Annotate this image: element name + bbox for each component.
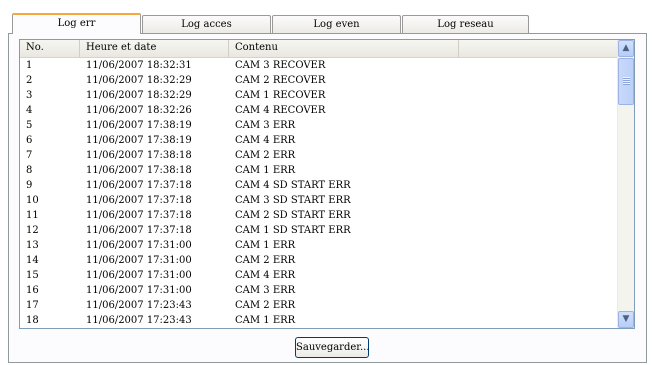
list-item[interactable]: 10 11/06/2007 17:37:18 CAM 3 SD START ERR <box>20 193 619 208</box>
row-number: 10 <box>26 195 39 206</box>
scroll-thumb[interactable] <box>618 58 634 105</box>
column-header-empty[interactable] <box>459 40 619 57</box>
list-item[interactable]: 5 11/06/2007 17:38:19 CAM 3 ERR <box>20 118 619 133</box>
row-datetime: 11/06/2007 17:23:43 <box>86 315 192 326</box>
list-item[interactable]: 15 11/06/2007 17:31:00 CAM 4 ERR <box>20 268 619 283</box>
vertical-scrollbar[interactable]: ▲ ▼ <box>617 40 634 328</box>
row-content: CAM 3 RECOVER <box>235 60 326 71</box>
list-item[interactable]: 4 11/06/2007 18:32:26 CAM 4 RECOVER <box>20 103 619 118</box>
row-datetime: 11/06/2007 17:37:18 <box>86 195 192 206</box>
row-number: 1 <box>26 60 33 71</box>
tab-strip: Log err Log acces Log even Log reseau <box>12 13 530 34</box>
list-item[interactable]: 11 11/06/2007 17:37:18 CAM 2 SD START ERR <box>20 208 619 223</box>
row-number: 14 <box>26 255 39 266</box>
column-header-content[interactable]: Contenu <box>229 40 459 57</box>
row-content: CAM 2 SD START ERR <box>235 210 351 221</box>
row-datetime: 11/06/2007 17:37:18 <box>86 180 192 191</box>
list-item[interactable]: 6 11/06/2007 17:38:19 CAM 4 ERR <box>20 133 619 148</box>
row-content: CAM 4 RECOVER <box>235 105 326 116</box>
list-item[interactable]: 16 11/06/2007 17:31:00 CAM 3 ERR <box>20 283 619 298</box>
log-list[interactable]: No. Heure et date Contenu 1 11/06/2007 18… <box>19 39 635 329</box>
list-item[interactable]: 2 11/06/2007 18:32:29 CAM 2 RECOVER <box>20 73 619 88</box>
row-content: CAM 1 RECOVER <box>235 90 326 101</box>
row-datetime: 11/06/2007 17:23:43 <box>86 300 192 311</box>
row-number: 3 <box>26 90 33 101</box>
grip-icon <box>623 77 630 85</box>
row-number: 5 <box>26 120 33 131</box>
row-content: CAM 3 ERR <box>235 120 296 131</box>
row-content: CAM 1 ERR <box>235 240 296 251</box>
row-content: CAM 3 SD START ERR <box>235 195 351 206</box>
list-item[interactable]: 3 11/06/2007 18:32:29 CAM 1 RECOVER <box>20 88 619 103</box>
list-rows: 1 11/06/2007 18:32:31 CAM 3 RECOVER 2 11/06/… <box>20 58 619 328</box>
list-item[interactable]: 14 11/06/2007 17:31:00 CAM 2 ERR <box>20 253 619 268</box>
list-header: No. Heure et date Contenu <box>20 40 619 58</box>
scroll-up-icon[interactable]: ▲ <box>618 40 634 57</box>
row-number: 13 <box>26 240 39 251</box>
column-header-no[interactable]: No. <box>20 40 80 57</box>
row-datetime: 11/06/2007 18:32:29 <box>86 90 192 101</box>
row-datetime: 11/06/2007 17:37:18 <box>86 210 192 221</box>
row-datetime: 11/06/2007 17:38:18 <box>86 165 192 176</box>
row-number: 2 <box>26 75 33 86</box>
tab-log-even[interactable]: Log even <box>272 15 401 33</box>
row-content: CAM 2 ERR <box>235 150 296 161</box>
list-item[interactable]: 9 11/06/2007 17:37:18 CAM 4 SD START ERR <box>20 178 619 193</box>
row-number: 11 <box>26 210 39 221</box>
row-datetime: 11/06/2007 18:32:26 <box>86 105 192 116</box>
list-item[interactable]: 1 11/06/2007 18:32:31 CAM 3 RECOVER <box>20 58 619 73</box>
row-datetime: 11/06/2007 17:37:18 <box>86 225 192 236</box>
list-item[interactable]: 18 11/06/2007 17:23:43 CAM 1 ERR <box>20 313 619 328</box>
list-item[interactable]: 8 11/06/2007 17:38:18 CAM 1 ERR <box>20 163 619 178</box>
row-content: CAM 3 ERR <box>235 285 296 296</box>
scroll-down-icon[interactable]: ▼ <box>618 311 634 328</box>
row-datetime: 11/06/2007 17:38:19 <box>86 135 192 146</box>
row-number: 12 <box>26 225 39 236</box>
tab-log-err[interactable]: Log err <box>12 13 141 34</box>
row-number: 18 <box>26 315 39 326</box>
row-number: 7 <box>26 150 33 161</box>
row-datetime: 11/06/2007 17:31:00 <box>86 285 192 296</box>
row-number: 6 <box>26 135 33 146</box>
row-number: 4 <box>26 105 33 116</box>
row-datetime: 11/06/2007 18:32:31 <box>86 60 192 71</box>
tab-log-acces[interactable]: Log acces <box>142 15 271 33</box>
row-content: CAM 1 ERR <box>235 165 296 176</box>
row-content: CAM 4 ERR <box>235 270 296 281</box>
row-datetime: 11/06/2007 17:31:00 <box>86 255 192 266</box>
list-item[interactable]: 17 11/06/2007 17:23:43 CAM 2 ERR <box>20 298 619 313</box>
list-item[interactable]: 13 11/06/2007 17:31:00 CAM 1 ERR <box>20 238 619 253</box>
row-number: 9 <box>26 180 33 191</box>
row-content: CAM 2 RECOVER <box>235 75 326 86</box>
list-item[interactable]: 7 11/06/2007 17:38:18 CAM 2 ERR <box>20 148 619 163</box>
row-content: CAM 4 SD START ERR <box>235 180 351 191</box>
row-content: CAM 1 SD START ERR <box>235 225 351 236</box>
row-datetime: 11/06/2007 17:38:18 <box>86 150 192 161</box>
row-datetime: 11/06/2007 18:32:29 <box>86 75 192 86</box>
row-datetime: 11/06/2007 17:31:00 <box>86 240 192 251</box>
row-datetime: 11/06/2007 17:38:19 <box>86 120 192 131</box>
row-number: 16 <box>26 285 39 296</box>
tab-panel: No. Heure et date Contenu 1 11/06/2007 18… <box>8 33 647 363</box>
row-content: CAM 2 ERR <box>235 300 296 311</box>
row-content: CAM 2 ERR <box>235 255 296 266</box>
list-item[interactable]: 12 11/06/2007 17:37:18 CAM 1 SD START ERR <box>20 223 619 238</box>
row-content: CAM 1 ERR <box>235 315 296 326</box>
row-datetime: 11/06/2007 17:31:00 <box>86 270 192 281</box>
save-button[interactable]: Sauvegarder... <box>295 337 370 358</box>
row-content: CAM 4 ERR <box>235 135 296 146</box>
column-header-date[interactable]: Heure et date <box>80 40 229 57</box>
row-number: 17 <box>26 300 39 311</box>
row-number: 15 <box>26 270 39 281</box>
tab-log-reseau[interactable]: Log reseau <box>402 15 529 33</box>
row-number: 8 <box>26 165 33 176</box>
